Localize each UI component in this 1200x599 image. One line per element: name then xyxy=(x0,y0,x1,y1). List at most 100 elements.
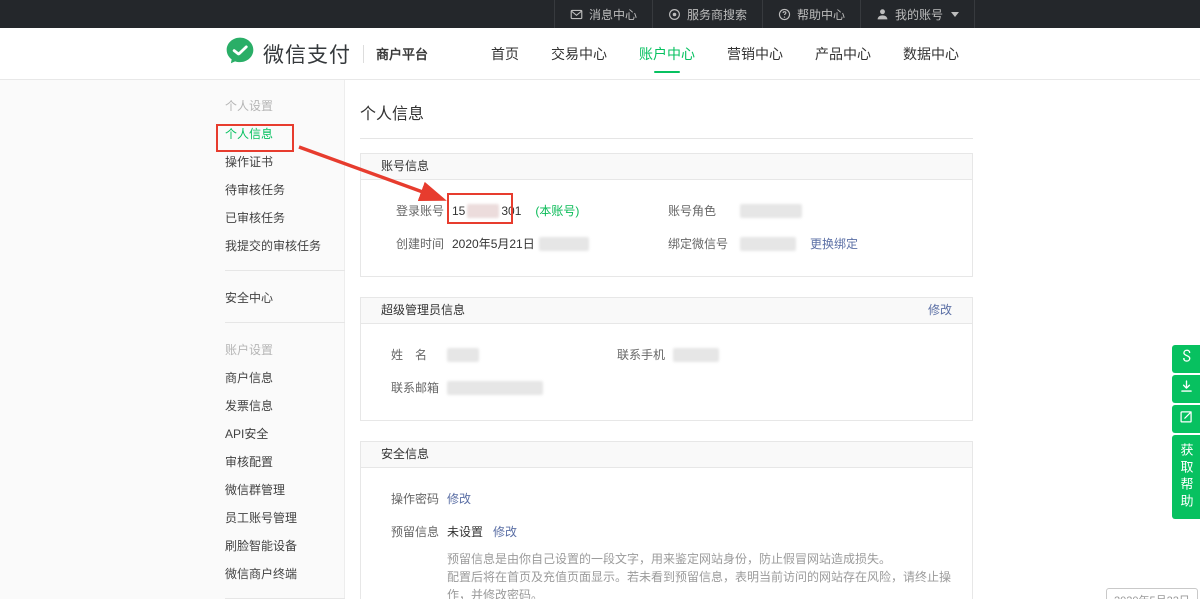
download-icon xyxy=(1179,379,1194,399)
account-role-label: 账号角色 xyxy=(668,202,740,219)
topbar-menu: 消息中心 服务商搜索 帮助中心 xyxy=(225,0,975,28)
feedback-icon xyxy=(1179,409,1194,429)
nav-item-product-center[interactable]: 产品中心 xyxy=(799,28,887,80)
get-help-button[interactable]: 获取帮助 xyxy=(1172,435,1200,519)
nav-item-marketing-center[interactable]: 营销中心 xyxy=(711,28,799,80)
sidebar-item-merchant-info[interactable]: 商户信息 xyxy=(225,364,345,392)
operation-password-label: 操作密码 xyxy=(391,490,447,507)
super-admin-card-header: 超级管理员信息 修改 xyxy=(361,298,972,324)
sidebar-item-face-smart-device[interactable]: 刷脸智能设备 xyxy=(225,532,345,560)
sidebar-item-wechat-merchant-terminal[interactable]: 微信商户终端 xyxy=(225,560,345,588)
security-info-card: 安全信息 操作密码 修改 预留信息 未设置 修改 xyxy=(360,441,973,599)
page-title: 个人信息 xyxy=(360,94,973,139)
sidebar-item-security-center[interactable]: 安全中心 xyxy=(225,284,345,312)
sidebar-item-my-submitted-review-tasks[interactable]: 我提交的审核任务 xyxy=(225,232,345,260)
redacted-account-role xyxy=(740,204,802,218)
topbar-item-sp-search[interactable]: 服务商搜索 xyxy=(652,0,762,28)
sidebar-item-pending-review-tasks[interactable]: 待审核任务 xyxy=(225,176,345,204)
admin-email-label: 联系邮箱 xyxy=(391,379,447,396)
main-content: 个人信息 账号信息 登录账号 15 301 (本账号) xyxy=(360,80,973,599)
redacted-bound-wechat xyxy=(740,237,796,251)
account-info-card: 账号信息 登录账号 15 301 (本账号) xyxy=(360,153,973,277)
brand-name: 微信支付 xyxy=(263,39,351,69)
reserved-info-label: 预留信息 xyxy=(391,523,447,540)
login-account-suffix: 301 xyxy=(501,204,521,218)
reserved-info-description: 预留信息是由你自己设置的一段文字，用来鉴定网站身份，防止假冒网站造成损失。 配置… xyxy=(447,550,972,599)
topbar-item-messages[interactable]: 消息中心 xyxy=(554,0,652,28)
mail-icon xyxy=(570,8,583,21)
topbar-item-label: 帮助中心 xyxy=(797,6,845,23)
sidebar-item-reviewed-tasks[interactable]: 已审核任务 xyxy=(225,204,345,232)
sidebar: 个人设置 个人信息 操作证书 待审核任务 已审核任务 我提交的审核任务 安全中心… xyxy=(225,80,345,599)
bound-wechat-label: 绑定微信号 xyxy=(668,235,740,252)
operation-password-edit-link[interactable]: 修改 xyxy=(447,490,471,507)
section-title: 超级管理员信息 xyxy=(381,298,465,323)
nav-item-transaction-center[interactable]: 交易中心 xyxy=(535,28,623,80)
account-info-card-header: 账号信息 xyxy=(361,154,972,180)
created-time-label: 创建时间 xyxy=(396,235,452,252)
section-title: 账号信息 xyxy=(381,154,429,179)
sidebar-group-security: 安全中心 xyxy=(225,284,345,323)
redacted-login-middle xyxy=(467,204,499,218)
date-badge: 2020年5月22日 xyxy=(1106,588,1198,599)
section-title: 安全信息 xyxy=(381,442,429,467)
sidebar-group-header: 个人设置 xyxy=(225,92,345,120)
floating-help-widget: 获取帮助 xyxy=(1172,345,1200,519)
user-icon xyxy=(876,8,889,21)
sidebar-item-personal-info[interactable]: 个人信息 xyxy=(225,120,345,148)
description-line: 预留信息是由你自己设置的一段文字，用来鉴定网站身份，防止假冒网站造成损失。 xyxy=(447,550,972,568)
download-button[interactable] xyxy=(1172,375,1200,403)
login-account-label: 登录账号 xyxy=(396,202,452,219)
help-icon xyxy=(778,8,791,21)
topbar-item-label: 服务商搜索 xyxy=(687,6,747,23)
nav-item-data-center[interactable]: 数据中心 xyxy=(887,28,975,80)
admin-name-label: 姓 名 xyxy=(391,346,447,363)
brand-divider xyxy=(363,45,364,63)
nav-item-home[interactable]: 首页 xyxy=(475,28,535,80)
topbar: 消息中心 服务商搜索 帮助中心 xyxy=(0,0,1200,28)
description-line: 配置后将在首页及充值页面显示。若未看到预留信息，表明当前访问的网站存在风险，请终… xyxy=(447,568,972,599)
super-admin-card: 超级管理员信息 修改 姓 名 联系手机 xyxy=(360,297,973,421)
sidebar-item-review-config[interactable]: 审核配置 xyxy=(225,448,345,476)
main-nav: 首页 交易中心 账户中心 营销中心 产品中心 数据中心 xyxy=(475,28,975,80)
sidebar-item-wechat-group-management[interactable]: 微信群管理 xyxy=(225,476,345,504)
redacted-created-time xyxy=(539,237,589,251)
topbar-item-label: 消息中心 xyxy=(589,6,637,23)
header: 微信支付 商户平台 首页 交易中心 账户中心 营销中心 产品中心 数据中心 xyxy=(0,28,1200,80)
login-account-value: 15 301 (本账号) xyxy=(452,202,579,219)
sidebar-item-operation-certificate[interactable]: 操作证书 xyxy=(225,148,345,176)
sidebar-item-staff-account-management[interactable]: 员工账号管理 xyxy=(225,504,345,532)
sidebar-item-api-security[interactable]: API安全 xyxy=(225,420,345,448)
created-date: 2020年5月21日 xyxy=(452,235,535,252)
get-help-label: 获取帮助 xyxy=(1177,443,1196,511)
topbar-item-label: 我的账号 xyxy=(895,6,943,23)
miniprogram-icon xyxy=(1179,349,1194,369)
redacted-admin-email xyxy=(447,381,543,395)
caret-down-icon xyxy=(951,12,959,17)
nav-item-account-center[interactable]: 账户中心 xyxy=(623,28,711,80)
rebind-link[interactable]: 更换绑定 xyxy=(810,235,858,252)
created-time-value: 2020年5月21日 xyxy=(452,235,589,252)
brand[interactable]: 微信支付 商户平台 xyxy=(225,36,428,71)
login-account-prefix: 15 xyxy=(452,204,465,218)
feedback-button[interactable] xyxy=(1172,405,1200,433)
redacted-admin-phone xyxy=(673,348,719,362)
security-info-card-header: 安全信息 xyxy=(361,442,972,468)
page-body: 个人设置 个人信息 操作证书 待审核任务 已审核任务 我提交的审核任务 安全中心… xyxy=(0,80,1200,599)
admin-edit-link[interactable]: 修改 xyxy=(928,298,952,323)
portal-name: 商户平台 xyxy=(376,44,428,63)
topbar-item-help[interactable]: 帮助中心 xyxy=(762,0,860,28)
redacted-admin-name xyxy=(447,348,479,362)
sidebar-item-invoice-info[interactable]: 发票信息 xyxy=(225,392,345,420)
sidebar-group-personal: 个人设置 个人信息 操作证书 待审核任务 已审核任务 我提交的审核任务 xyxy=(225,92,345,271)
sidebar-group-header: 账户设置 xyxy=(225,336,345,364)
search-icon xyxy=(668,8,681,21)
reserved-info-edit-link[interactable]: 修改 xyxy=(493,523,517,540)
miniprogram-button[interactable] xyxy=(1172,345,1200,373)
sidebar-group-account-settings: 账户设置 商户信息 发票信息 API安全 审核配置 微信群管理 员工账号管理 刷… xyxy=(225,336,345,599)
current-account-note: (本账号) xyxy=(535,202,579,219)
topbar-item-my-account[interactable]: 我的账号 xyxy=(860,0,975,28)
wechat-pay-logo-icon xyxy=(225,36,255,71)
admin-phone-label: 联系手机 xyxy=(617,346,673,363)
reserved-info-status: 未设置 xyxy=(447,523,483,540)
